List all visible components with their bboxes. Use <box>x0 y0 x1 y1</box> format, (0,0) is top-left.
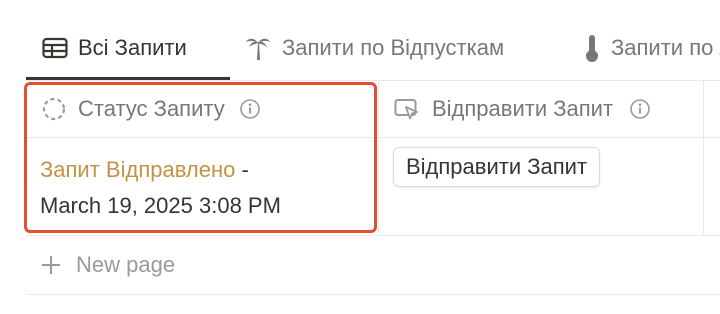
send-request-button[interactable]: Відправити Запит <box>393 147 601 187</box>
view-tabs: Всі Запити Запити по Відпусткам Запити п… <box>26 18 720 80</box>
palm-tree-icon <box>244 34 272 62</box>
column-header-send-request-label: Відправити Запит <box>432 96 614 121</box>
column-divider[interactable] <box>378 81 379 235</box>
button-cursor-icon <box>394 97 420 121</box>
table-bottom-divider <box>26 294 720 295</box>
thermometer-icon <box>583 33 601 63</box>
tab-vacation-requests-label: Запити по Відпусткам <box>282 35 505 60</box>
column-divider[interactable] <box>703 81 704 235</box>
column-header-send-request[interactable]: Відправити Запит <box>394 81 651 137</box>
table-icon <box>42 37 68 59</box>
tab-sick-leave-requests-label: Запити по Лікарняним <box>611 35 720 60</box>
new-page-label: New page <box>76 252 176 277</box>
highlight-box <box>24 82 377 233</box>
info-icon[interactable] <box>629 98 651 120</box>
tab-all-requests[interactable]: Всі Запити <box>42 18 187 78</box>
plus-icon <box>40 254 62 276</box>
row-divider <box>26 235 720 236</box>
tab-sick-leave-requests[interactable]: Запити по Лікарняним <box>583 18 720 78</box>
tab-vacation-requests[interactable]: Запити по Відпусткам <box>244 18 504 78</box>
tab-all-requests-label: Всі Запити <box>78 35 187 60</box>
new-page-button[interactable]: New page <box>40 247 175 283</box>
